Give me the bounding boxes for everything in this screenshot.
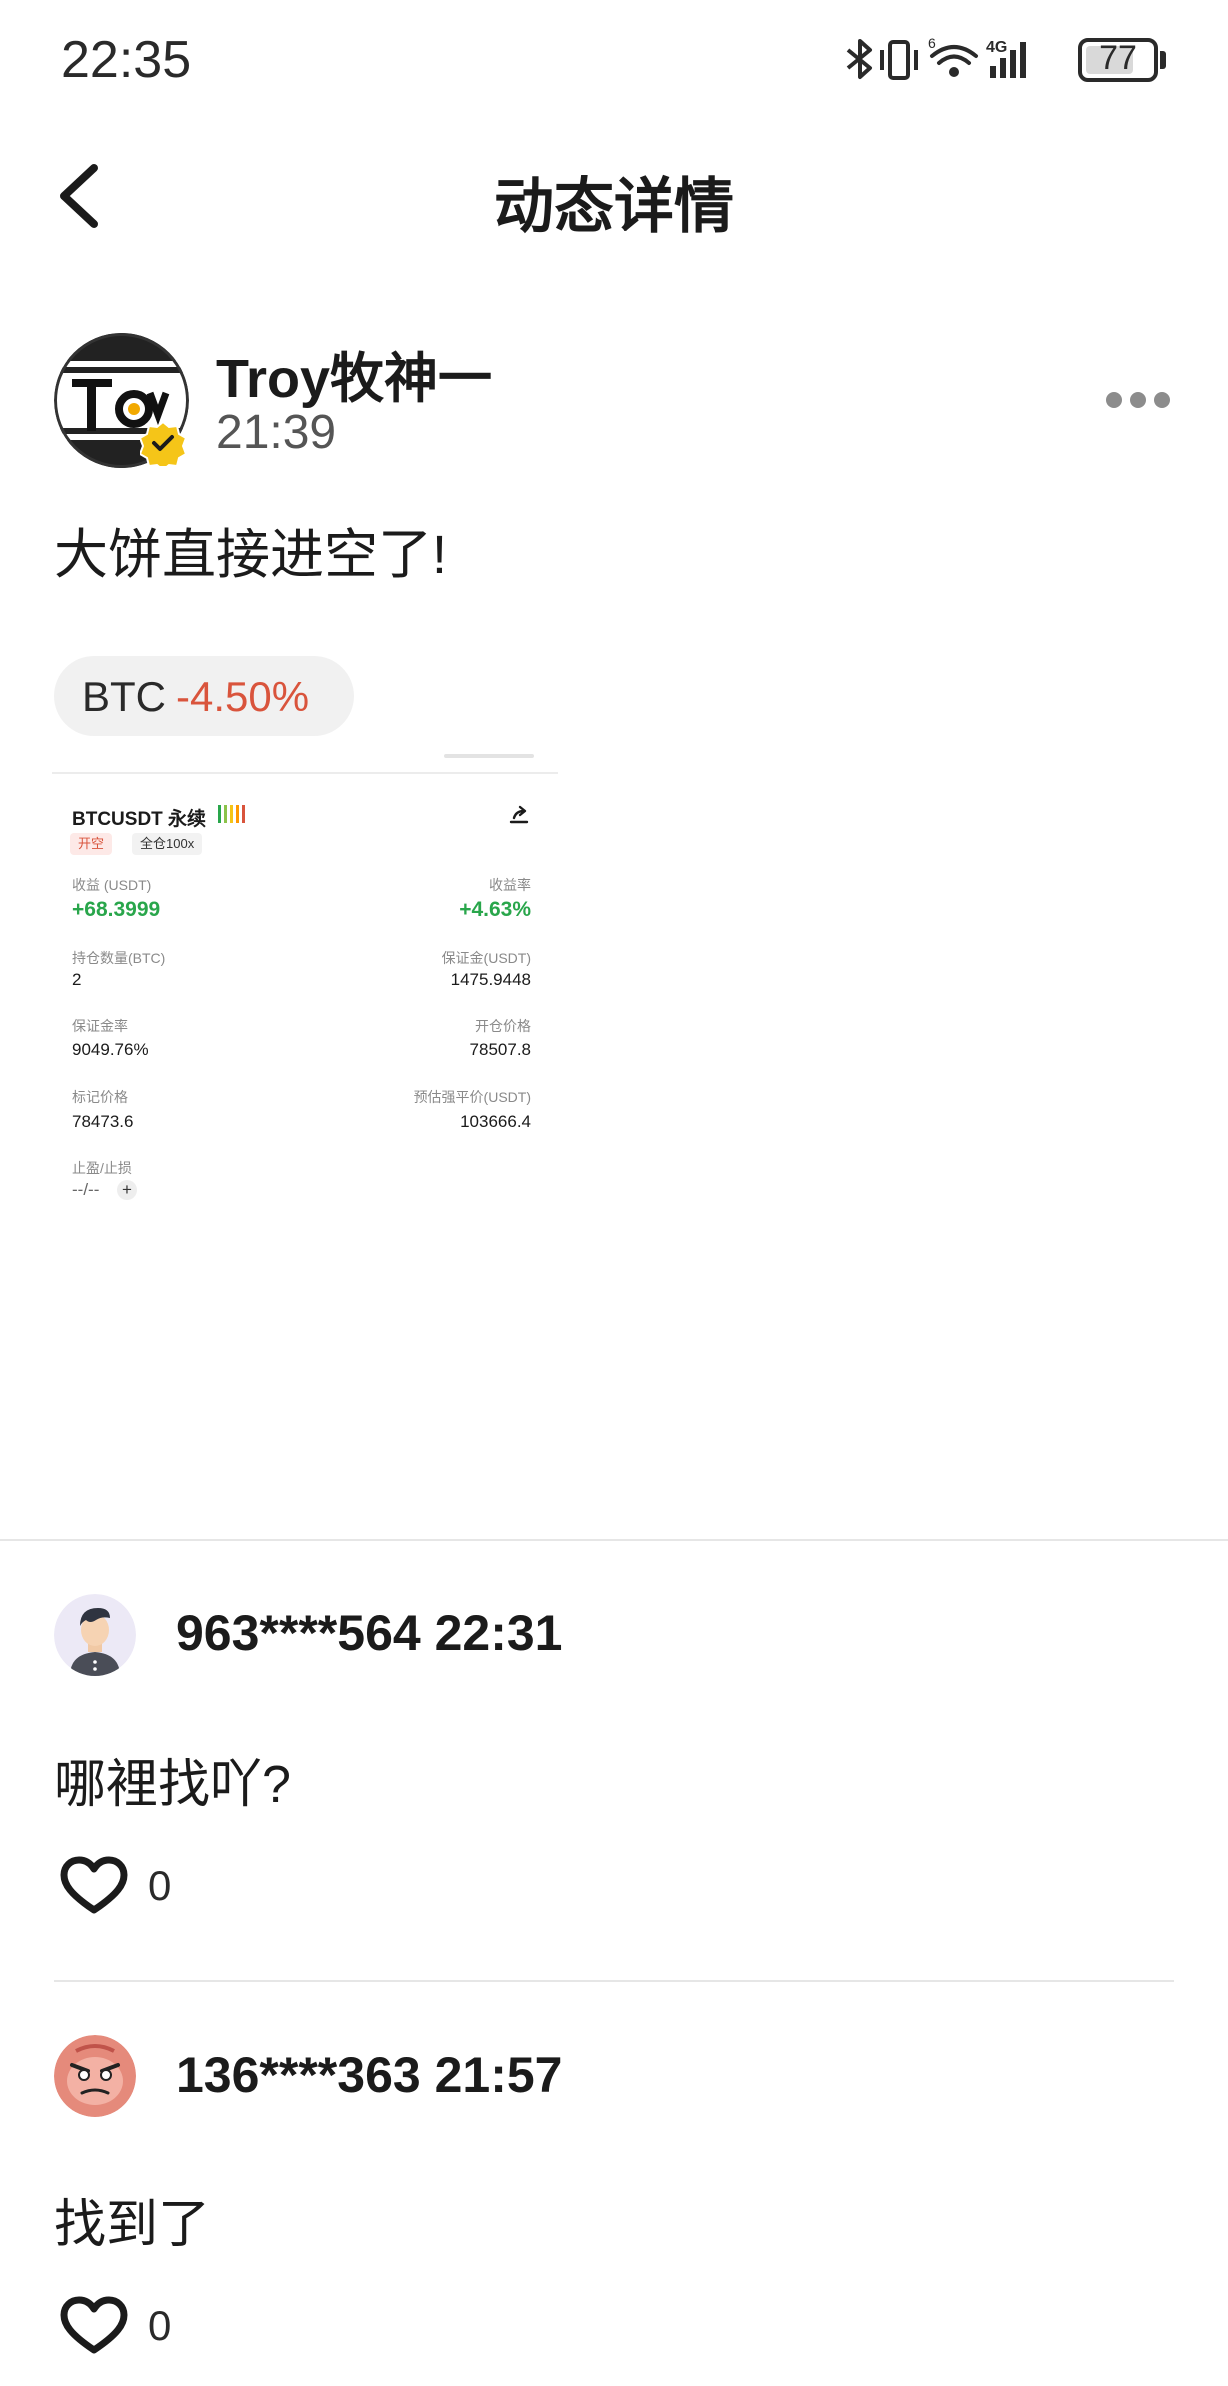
margin-ratio-label: 保证金率 [72,1018,128,1034]
pnl-value: +68.3999 [72,898,161,921]
commenter-avatar[interactable] [54,1594,136,1676]
share-icon[interactable] [507,804,531,828]
card-divider [52,772,558,774]
mark-price-value: 78473.6 [72,1112,134,1131]
comment-time: 22:31 [434,1605,563,1661]
add-tpsl-button[interactable]: + [117,1180,137,1200]
mark-price-label: 标记价格 [72,1089,128,1105]
like-count: 0 [148,1862,172,1909]
comment-divider [54,1980,1174,1982]
margin-value: 1475.9448 [450,970,531,989]
liq-price-label: 预估强平价(USDT) [413,1089,531,1105]
svg-text:6: 6 [928,35,936,51]
more-dot [1106,392,1122,408]
commenter-avatar[interactable] [54,2035,136,2117]
comment-text: 哪裡找吖? [54,1756,291,1814]
post-time: 21:39 [216,406,337,459]
svg-text:4G: 4G [986,39,1007,56]
entry-price-label: 开仓价格 [475,1018,531,1034]
position-size-value: 2 [72,970,82,989]
more-dot [1130,392,1146,408]
position-symbol: BTCUSDT 永续 [72,809,207,830]
battery-tip [1160,51,1166,69]
comment-user[interactable]: 963****564 [176,1605,421,1661]
battery-icon: 77 [1078,38,1158,82]
like-count: 0 [148,2302,172,2349]
margin-mode-tag: 全仓100x [132,833,203,855]
liq-price-value: 103666.4 [460,1112,531,1131]
more-options-button[interactable] [1106,388,1176,412]
more-dot [1154,392,1170,408]
battery-percent: 77 [1099,39,1137,77]
position-screenshot-image[interactable]: BTCUSDT 永续 开空 全仓100x 收益 (USDT) +68.3999 … [52,752,558,1212]
section-divider [0,1539,1228,1541]
comment-meta: 136****363 21:57 [176,2046,562,2104]
comment-user[interactable]: 136****363 [176,2047,421,2103]
comment-time: 21:57 [434,2047,563,2103]
roi-value: +4.63% [459,898,531,921]
leverage-bars-icon [218,805,245,823]
pnl-label: 收益 (USDT) [72,877,152,893]
margin-ratio-value: 9049.76% [72,1040,149,1059]
cellular-signal-icon: 4G [986,39,1026,78]
tpsl-label: 止盈/止损 [72,1160,132,1176]
tpsl-value: --/-- [72,1180,100,1199]
position-size-label: 持仓数量(BTC) [72,950,166,966]
like-heart-icon[interactable] [60,1856,128,1916]
margin-label: 保证金(USDT) [441,950,531,966]
status-time: 22:35 [61,31,192,89]
comment-meta: 963****564 22:31 [176,1604,562,1662]
like-heart-icon[interactable] [60,2296,128,2356]
post-text: 大饼直接进空了! [54,525,448,585]
entry-price-value: 78507.8 [469,1040,531,1059]
card-handle [444,754,534,758]
page-title: 动态详情 [494,173,734,240]
wifi-icon [930,45,978,77]
roi-label: 收益率 [489,877,531,893]
bluetooth-icon [846,39,872,79]
position-side-tag: 开空 [70,833,113,855]
author-name[interactable]: Troy牧神一 [216,334,492,413]
vibrate-icon [880,40,918,80]
ticker-symbol: BTC [82,673,166,720]
ticker-chip[interactable]: BTC -4.50% [54,656,354,736]
verified-badge-icon [140,420,186,466]
comment-text: 找到了 [54,2196,211,2254]
ticker-change: -4.50% [176,673,310,720]
